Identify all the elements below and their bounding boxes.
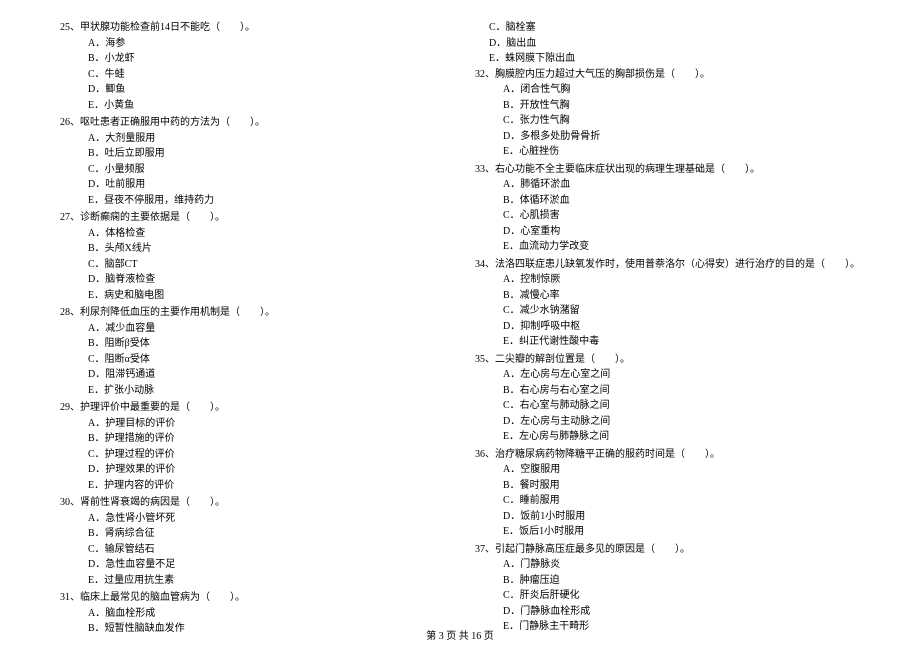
- question-stem: 30、肾前性肾衰竭的病因是（ ）。: [60, 495, 435, 511]
- right-column: C．脑栓塞 D．脑出血 E．蛛网膜下隙出血 32、胸膜腔内压力超过大气压的胸部损…: [475, 20, 860, 639]
- option: B．护理措施的评价: [60, 431, 435, 447]
- option: A．闭合性气胸: [475, 82, 860, 98]
- page-footer: 第 3 页 共 16 页: [0, 627, 920, 642]
- question-stem: 29、护理评价中最重要的是（ ）。: [60, 400, 435, 416]
- option: B．肾病综合征: [60, 526, 435, 542]
- option: E．纠正代谢性酸中毒: [475, 334, 860, 350]
- option: A．脑血栓形成: [60, 606, 435, 622]
- option: B．吐后立即服用: [60, 146, 435, 162]
- option: C．输尿管结石: [60, 542, 435, 558]
- option: C．肝炎后肝硬化: [475, 588, 860, 604]
- option: D．抑制呼吸中枢: [475, 319, 860, 335]
- option: C．阻断α受体: [60, 352, 435, 368]
- question-32: 32、胸膜腔内压力超过大气压的胸部损伤是（ ）。 A．闭合性气胸 B．开放性气胸…: [475, 67, 860, 160]
- question-stem: 36、治疗糖尿病药物降糖平正确的服药时间是（ ）。: [475, 447, 860, 463]
- option: C．脑部CT: [60, 257, 435, 273]
- option: D．脑出血: [475, 36, 860, 52]
- option: B．肿瘤压迫: [475, 573, 860, 589]
- option: E．心脏挫伤: [475, 144, 860, 160]
- option: C．张力性气胸: [475, 113, 860, 129]
- option: B．右心房与右心室之间: [475, 383, 860, 399]
- question-stem: 25、甲状腺功能检查前14日不能吃（ ）。: [60, 20, 435, 36]
- option: B．餐时服用: [475, 478, 860, 494]
- option: E．血流动力学改变: [475, 239, 860, 255]
- option: C．右心室与肺动脉之间: [475, 398, 860, 414]
- option: E．过量应用抗生素: [60, 573, 435, 589]
- option: A．左心房与左心室之间: [475, 367, 860, 383]
- option: C．心肌损害: [475, 208, 860, 224]
- question-26: 26、呕吐患者正确服用中药的方法为（ ）。 A．大剂量服用 B．吐后立即服用 C…: [60, 115, 435, 208]
- option: B．阻断β受体: [60, 336, 435, 352]
- option: E．蛛网膜下隙出血: [475, 51, 860, 67]
- option: B．头颅X线片: [60, 241, 435, 257]
- option: A．控制惊厥: [475, 272, 860, 288]
- option: D．阻滞钙通道: [60, 367, 435, 383]
- question-stem: 35、二尖瓣的解剖位置是（ ）。: [475, 352, 860, 368]
- left-column: 25、甲状腺功能检查前14日不能吃（ ）。 A．海参 B．小龙虾 C．牛蛙 D．…: [60, 20, 435, 639]
- option: E．左心房与肺静脉之间: [475, 429, 860, 445]
- option: D．鲫鱼: [60, 82, 435, 98]
- option: A．体格检查: [60, 226, 435, 242]
- option: D．急性血容量不足: [60, 557, 435, 573]
- question-stem: 28、利尿剂降低血压的主要作用机制是（ ）。: [60, 305, 435, 321]
- option: B．减慢心率: [475, 288, 860, 304]
- option: E．护理内容的评价: [60, 478, 435, 494]
- option: D．脑脊液检查: [60, 272, 435, 288]
- option: B．开放性气胸: [475, 98, 860, 114]
- question-stem: 31、临床上最常见的脑血管病为（ ）。: [60, 590, 435, 606]
- option: B．小龙虾: [60, 51, 435, 67]
- question-29: 29、护理评价中最重要的是（ ）。 A．护理目标的评价 B．护理措施的评价 C．…: [60, 400, 435, 493]
- option: A．护理目标的评价: [60, 416, 435, 432]
- option: A．急性肾小管坏死: [60, 511, 435, 527]
- question-27: 27、诊断癫痫的主要依据是（ ）。 A．体格检查 B．头颅X线片 C．脑部CT …: [60, 210, 435, 303]
- question-30: 30、肾前性肾衰竭的病因是（ ）。 A．急性肾小管坏死 B．肾病综合征 C．输尿…: [60, 495, 435, 588]
- question-25: 25、甲状腺功能检查前14日不能吃（ ）。 A．海参 B．小龙虾 C．牛蛙 D．…: [60, 20, 435, 113]
- question-34: 34、法洛四联症患儿缺氧发作时，使用普萘洛尔（心得安）进行治疗的目的是（ ）。 …: [475, 257, 860, 350]
- option: A．海参: [60, 36, 435, 52]
- option: B．体循环淤血: [475, 193, 860, 209]
- option: D．门静脉血栓形成: [475, 604, 860, 620]
- option: C．小量频服: [60, 162, 435, 178]
- option: D．护理效果的评价: [60, 462, 435, 478]
- question-stem: 27、诊断癫痫的主要依据是（ ）。: [60, 210, 435, 226]
- option: A．减少血容量: [60, 321, 435, 337]
- option: C．减少水钠潴留: [475, 303, 860, 319]
- option: E．小黄鱼: [60, 98, 435, 114]
- option: D．心室重构: [475, 224, 860, 240]
- option: E．昼夜不停服用，维持药力: [60, 193, 435, 209]
- option: D．左心房与主动脉之间: [475, 414, 860, 430]
- question-stem: 33、右心功能不全主要临床症状出现的病理生理基础是（ ）。: [475, 162, 860, 178]
- question-stem: 37、引起门静脉高压症最多见的原因是（ ）。: [475, 542, 860, 558]
- option: D．吐前服用: [60, 177, 435, 193]
- option: A．肺循环淤血: [475, 177, 860, 193]
- page-content: 25、甲状腺功能检查前14日不能吃（ ）。 A．海参 B．小龙虾 C．牛蛙 D．…: [0, 0, 920, 649]
- option: C．护理过程的评价: [60, 447, 435, 463]
- question-stem: 26、呕吐患者正确服用中药的方法为（ ）。: [60, 115, 435, 131]
- question-stem: 32、胸膜腔内压力超过大气压的胸部损伤是（ ）。: [475, 67, 860, 83]
- option: A．门静脉炎: [475, 557, 860, 573]
- option: E．扩张小动脉: [60, 383, 435, 399]
- question-35: 35、二尖瓣的解剖位置是（ ）。 A．左心房与左心室之间 B．右心房与右心室之间…: [475, 352, 860, 445]
- option: E．病史和脑电图: [60, 288, 435, 304]
- option: A．大剂量服用: [60, 131, 435, 147]
- option: C．脑栓塞: [475, 20, 860, 36]
- option: E．饭后1小时服用: [475, 524, 860, 540]
- option: A．空腹服用: [475, 462, 860, 478]
- option: C．睡前服用: [475, 493, 860, 509]
- option: D．多根多处肋骨骨折: [475, 129, 860, 145]
- question-36: 36、治疗糖尿病药物降糖平正确的服药时间是（ ）。 A．空腹服用 B．餐时服用 …: [475, 447, 860, 540]
- option: D．饭前1小时服用: [475, 509, 860, 525]
- question-33: 33、右心功能不全主要临床症状出现的病理生理基础是（ ）。 A．肺循环淤血 B．…: [475, 162, 860, 255]
- question-28: 28、利尿剂降低血压的主要作用机制是（ ）。 A．减少血容量 B．阻断β受体 C…: [60, 305, 435, 398]
- question-stem: 34、法洛四联症患儿缺氧发作时，使用普萘洛尔（心得安）进行治疗的目的是（ ）。: [475, 257, 860, 273]
- option: C．牛蛙: [60, 67, 435, 83]
- question-37: 37、引起门静脉高压症最多见的原因是（ ）。 A．门静脉炎 B．肿瘤压迫 C．肝…: [475, 542, 860, 635]
